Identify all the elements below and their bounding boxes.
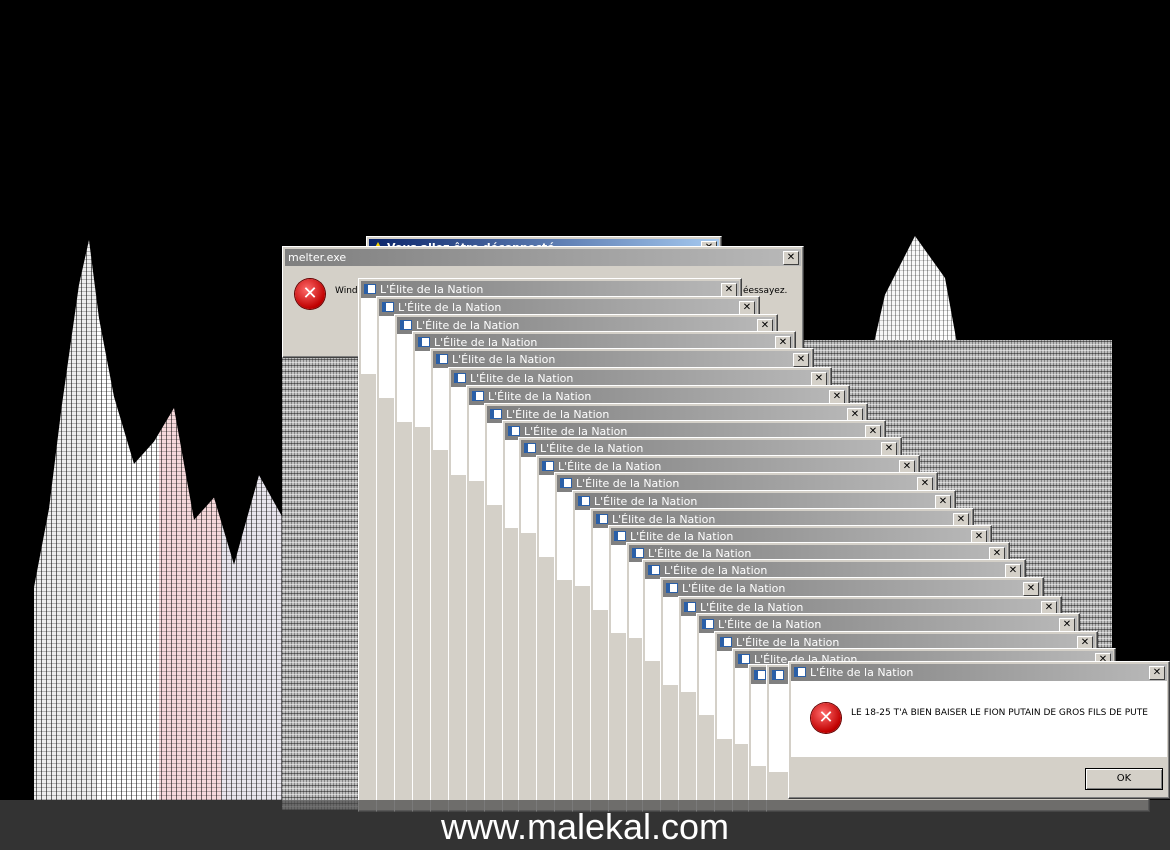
app-icon — [400, 320, 412, 330]
app-icon — [542, 461, 554, 471]
app-icon — [508, 426, 520, 436]
app-icon — [754, 670, 766, 680]
app-icon — [524, 443, 536, 453]
app-icon — [382, 302, 394, 312]
ok-button[interactable]: OK — [1085, 768, 1163, 790]
close-button[interactable]: ✕ — [881, 442, 897, 456]
close-button[interactable]: ✕ — [917, 477, 933, 491]
app-icon — [794, 667, 806, 677]
melter-dialog-titlebar: melter.exe ✕ — [285, 249, 801, 266]
melter-dialog-title: melter.exe — [288, 251, 347, 264]
cascade-dialog-titlebar: L'Élite de la Nation ✕ — [663, 580, 1041, 597]
app-icon — [578, 496, 590, 506]
cascade-dialog-title: L'Élite de la Nation — [470, 372, 574, 385]
close-button[interactable]: ✕ — [1059, 618, 1075, 632]
app-icon — [436, 354, 448, 364]
app-icon — [684, 602, 696, 612]
cascade-dialog-title: L'Élite de la Nation — [488, 390, 592, 403]
app-icon — [772, 670, 784, 680]
cascade-dialog-title: L'Élite de la Nation — [398, 301, 502, 314]
cascade-dialog-title: L'Élite de la Nation — [682, 582, 786, 595]
screen-corruption-left — [34, 240, 284, 800]
error-icon: ✕ — [811, 703, 841, 733]
front-error-dialog: L'Élite de la Nation ✕ ✕ LE 18-25 T'A BI… — [788, 661, 1170, 799]
close-button[interactable]: ✕ — [783, 251, 799, 265]
cascade-dialog-titlebar: L'Élite de la Nation ✕ — [433, 351, 811, 368]
app-icon — [364, 284, 376, 294]
close-button[interactable]: ✕ — [1023, 582, 1039, 596]
error-icon: ✕ — [295, 279, 325, 309]
app-icon — [418, 337, 430, 347]
app-icon — [614, 531, 626, 541]
cascade-dialog-title: L'Élite de la Nation — [540, 442, 644, 455]
front-dialog-titlebar: L'Élite de la Nation ✕ — [791, 664, 1167, 681]
cascade-dialog-title: L'Élite de la Nation — [664, 564, 768, 577]
close-button[interactable]: ✕ — [739, 301, 755, 315]
cascade-dialog-title: L'Élite de la Nation — [380, 283, 484, 296]
app-icon — [454, 373, 466, 383]
app-icon — [702, 619, 714, 629]
close-button[interactable]: ✕ — [793, 353, 809, 367]
app-icon — [720, 637, 732, 647]
watermark: www.malekal.com — [440, 806, 730, 847]
close-button[interactable]: ✕ — [1149, 666, 1165, 680]
error-message: LE 18-25 T'A BIEN BAISER LE FION PUTAIN … — [851, 708, 1148, 718]
app-icon — [596, 514, 608, 524]
close-button[interactable]: ✕ — [829, 390, 845, 404]
close-button[interactable]: ✕ — [811, 372, 827, 386]
app-icon — [666, 583, 678, 593]
app-icon — [472, 391, 484, 401]
cascade-dialog-title: L'Élite de la Nation — [594, 495, 698, 508]
app-icon — [632, 548, 644, 558]
app-icon — [738, 654, 750, 664]
melter-message-start: Wind — [335, 286, 358, 296]
front-dialog-body: ✕ LE 18-25 T'A BIEN BAISER LE FION PUTAI… — [791, 681, 1167, 757]
close-button[interactable]: ✕ — [721, 283, 737, 297]
app-icon — [648, 565, 660, 575]
app-icon — [490, 409, 502, 419]
close-button[interactable]: ✕ — [1005, 564, 1021, 578]
cascade-dialog-title: L'Élite de la Nation — [718, 618, 822, 631]
front-dialog-title: L'Élite de la Nation — [810, 666, 914, 679]
close-button[interactable]: ✕ — [935, 495, 951, 509]
cascade-dialog-title: L'Élite de la Nation — [576, 477, 680, 490]
app-icon — [560, 478, 572, 488]
cascade-dialog-title: L'Élite de la Nation — [452, 353, 556, 366]
